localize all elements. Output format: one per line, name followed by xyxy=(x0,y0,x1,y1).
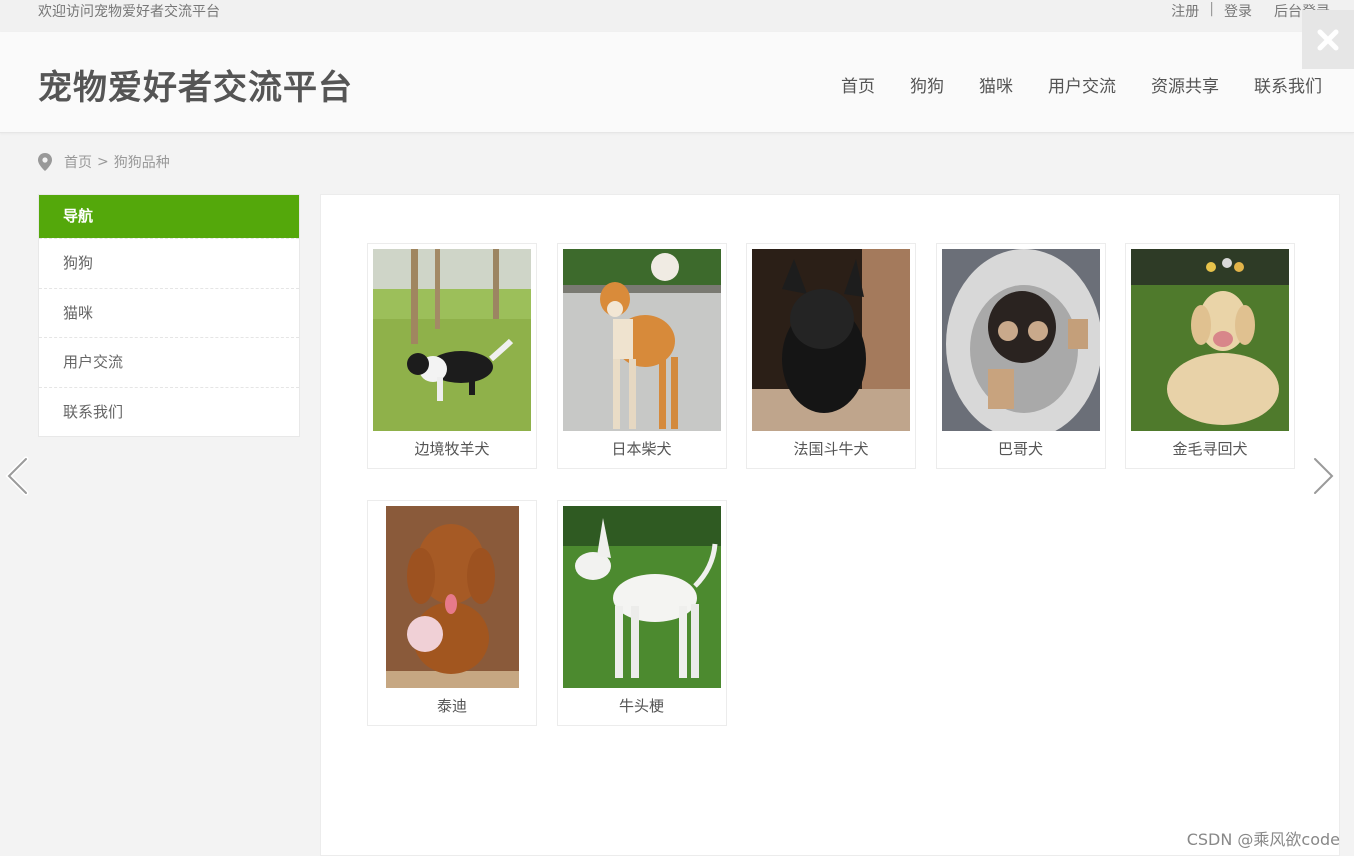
breadcrumb-home[interactable]: 首页 xyxy=(64,152,92,172)
top-bar: 欢迎访问宠物爱好者交流平台 注册 | 登录 后台登录 xyxy=(0,0,1354,32)
nav-home[interactable]: 首页 xyxy=(841,72,875,97)
dog-name: 边境牧羊犬 xyxy=(414,440,490,458)
next-arrow[interactable] xyxy=(1309,456,1339,496)
dog-name: 巴哥犬 xyxy=(997,440,1043,458)
close-button[interactable] xyxy=(1302,10,1354,69)
welcome-text: 欢迎访问宠物爱好者交流平台 xyxy=(38,4,220,20)
dog-card-golden-retriever[interactable]: 金毛寻回犬 xyxy=(1125,243,1295,469)
nav-dogs[interactable]: 狗狗 xyxy=(910,72,944,97)
dog-photo xyxy=(562,506,721,688)
sidebar-item-dogs[interactable]: 狗狗 xyxy=(39,238,299,288)
dog-card-pug[interactable]: 巴哥犬 xyxy=(935,243,1106,469)
sidebar-item-cats[interactable]: 猫咪 xyxy=(39,287,299,338)
nav-cats[interactable]: 猫咪 xyxy=(979,72,1013,97)
dog-card-shiba-inu[interactable]: 日本柴犬 xyxy=(556,243,727,469)
dog-photo xyxy=(752,249,910,431)
sidebar-nav: 导航 狗狗 猫咪 用户交流 联系我们 xyxy=(38,194,300,437)
prev-arrow[interactable] xyxy=(2,456,32,496)
breadcrumb-current: 狗狗品种 xyxy=(113,155,170,171)
main-content: 边境牧羊犬 日本柴犬 法国斗牛犬 巴哥犬 金毛寻回犬 泰迪 牛头梗 xyxy=(320,194,1340,856)
dog-name: 泰迪 xyxy=(436,697,467,715)
link-separator: | xyxy=(1209,1,1214,17)
main-nav: 首页 狗狗 猫咪 用户交流 资源共享 联系我们 xyxy=(841,72,1322,97)
dog-card-french-bulldog[interactable]: 法国斗牛犬 xyxy=(746,243,916,469)
close-icon xyxy=(1317,29,1339,50)
breadcrumb: 首页 > 狗狗品种 xyxy=(38,152,170,172)
register-link[interactable]: 注册 xyxy=(1171,1,1199,21)
location-pin-icon xyxy=(38,153,52,171)
login-link[interactable]: 登录 xyxy=(1224,1,1252,21)
sidebar-item-contact[interactable]: 联系我们 xyxy=(39,386,299,437)
dog-photo xyxy=(373,249,531,431)
dog-name: 牛头梗 xyxy=(618,697,664,715)
dog-photo xyxy=(941,249,1100,431)
dog-card-teddy[interactable]: 泰迪 xyxy=(367,500,537,726)
nav-resources[interactable]: 资源共享 xyxy=(1151,72,1219,97)
sidebar-title: 导航 xyxy=(39,195,299,238)
dog-photo xyxy=(1131,249,1289,431)
nav-community[interactable]: 用户交流 xyxy=(1048,72,1116,97)
dog-breed-grid: 边境牧羊犬 日本柴犬 法国斗牛犬 巴哥犬 金毛寻回犬 泰迪 牛头梗 xyxy=(367,243,1295,726)
site-header: 宠物爱好者交流平台 首页 狗狗 猫咪 用户交流 资源共享 联系我们 xyxy=(0,32,1354,133)
dog-name: 法国斗牛犬 xyxy=(793,440,869,458)
nav-contact[interactable]: 联系我们 xyxy=(1254,72,1322,97)
link-spacer xyxy=(1252,1,1274,21)
dog-photo xyxy=(373,506,531,688)
dog-name: 日本柴犬 xyxy=(611,440,672,458)
sidebar-item-community[interactable]: 用户交流 xyxy=(39,337,299,387)
chevron-left-icon xyxy=(5,456,29,496)
watermark: CSDN @乘风欲code xyxy=(1186,830,1340,849)
breadcrumb-separator: > xyxy=(97,154,109,170)
dog-photo xyxy=(562,249,721,431)
dog-card-bull-terrier[interactable]: 牛头梗 xyxy=(556,500,727,726)
site-logo[interactable]: 宠物爱好者交流平台 xyxy=(38,60,353,109)
chevron-right-icon xyxy=(1312,456,1336,496)
dog-card-border-collie[interactable]: 边境牧羊犬 xyxy=(367,243,537,469)
dog-name: 金毛寻回犬 xyxy=(1172,440,1248,458)
